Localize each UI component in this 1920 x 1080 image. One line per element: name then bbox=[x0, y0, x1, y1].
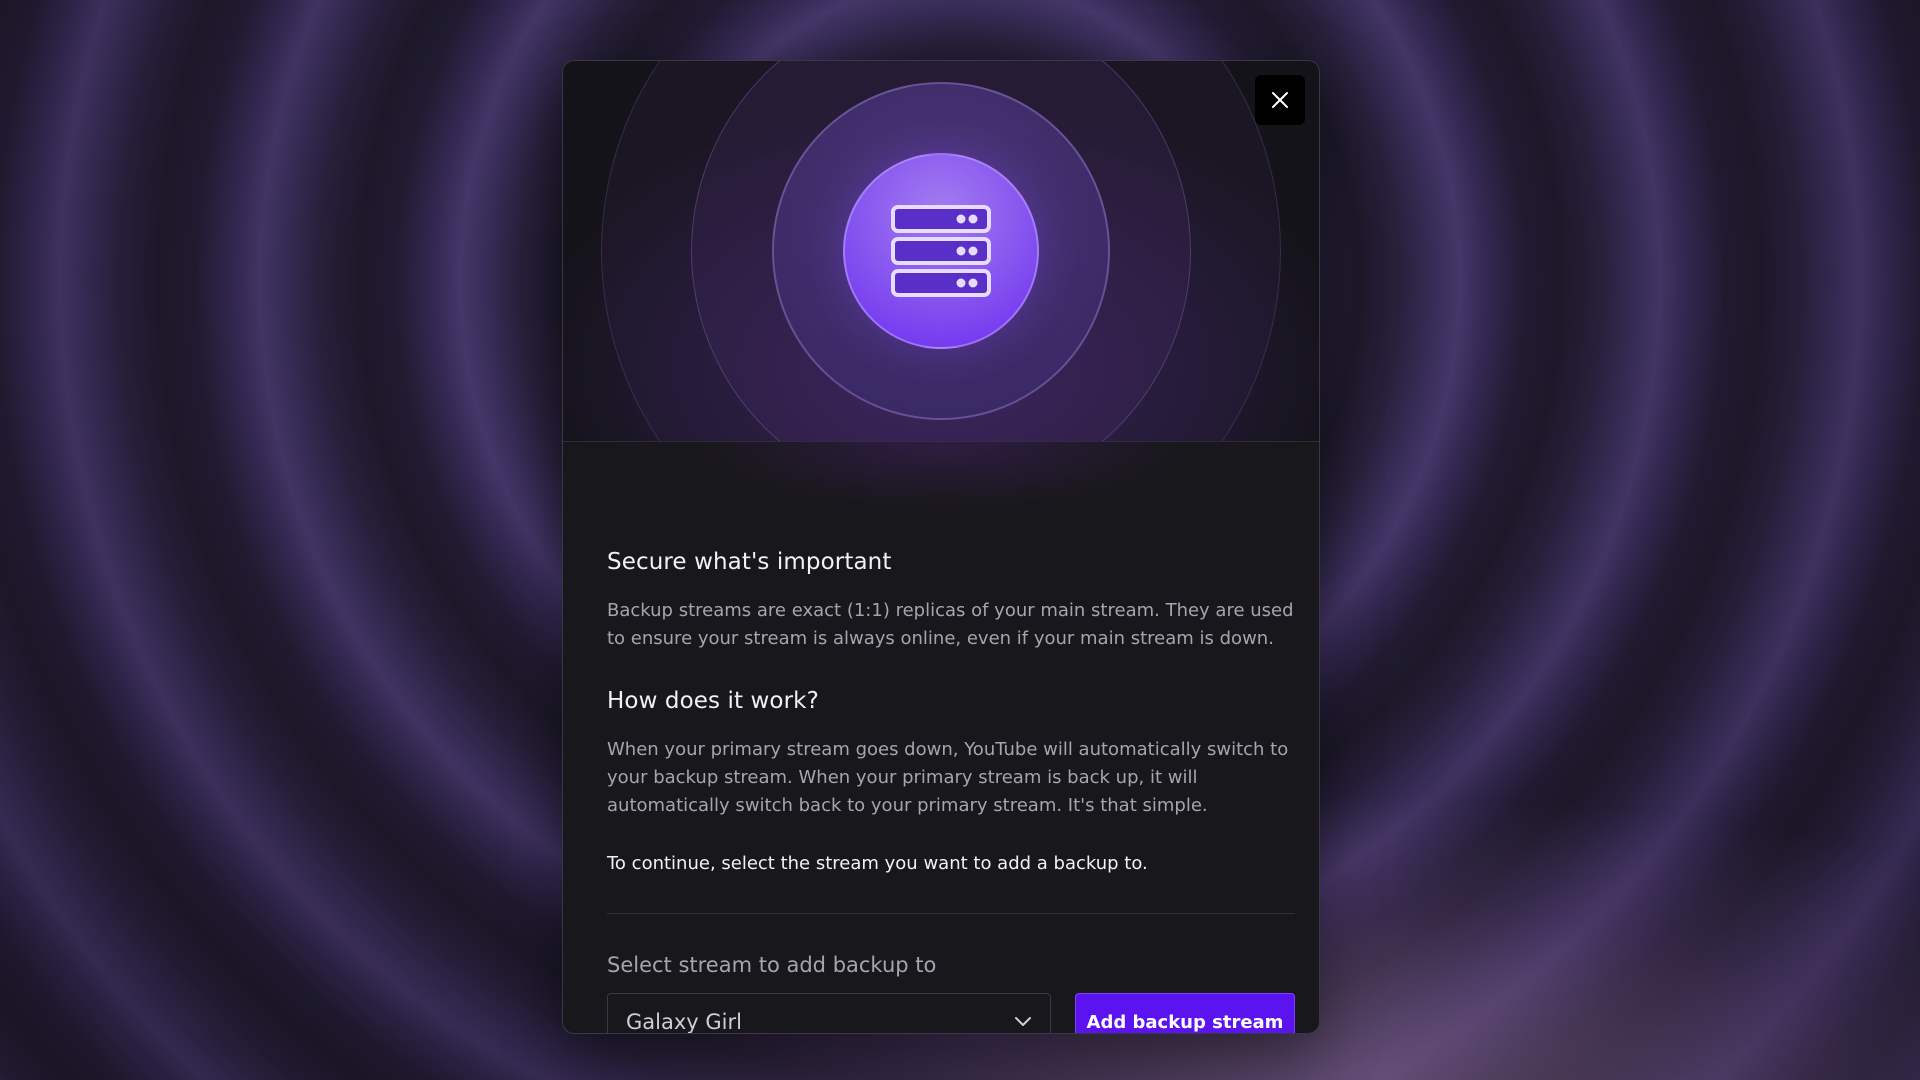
stream-select[interactable]: Galaxy Girl bbox=[607, 993, 1051, 1034]
close-icon bbox=[1272, 92, 1288, 108]
divider bbox=[607, 913, 1295, 914]
continue-instruction: To continue, select the stream you want … bbox=[607, 853, 1148, 874]
section-title-secure: Secure what's important bbox=[607, 549, 892, 575]
hero-illustration bbox=[563, 61, 1319, 442]
section-body-secure: Backup streams are exact (1:1) replicas … bbox=[607, 600, 1294, 649]
section-body-how: When your primary stream goes down, YouT… bbox=[607, 739, 1289, 816]
close-button[interactable] bbox=[1255, 75, 1305, 125]
section-title-how: How does it work? bbox=[607, 688, 819, 714]
hero-orb bbox=[843, 153, 1039, 349]
server-stack-icon bbox=[891, 205, 991, 297]
stream-select-value: Galaxy Girl bbox=[626, 1010, 742, 1034]
stream-select-label: Select stream to add backup to bbox=[607, 953, 937, 977]
backup-stream-modal: Secure what's important Backup streams a… bbox=[562, 60, 1320, 1034]
chevron-down-icon bbox=[1015, 1017, 1031, 1026]
add-backup-stream-button[interactable]: Add backup stream bbox=[1075, 993, 1295, 1033]
